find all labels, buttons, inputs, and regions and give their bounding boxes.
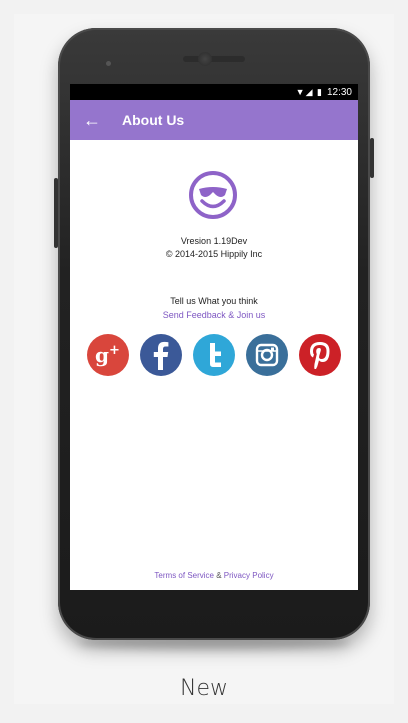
earpiece-speaker bbox=[183, 56, 245, 62]
twitter-icon bbox=[210, 343, 221, 367]
app-bar: ← About Us bbox=[70, 100, 358, 140]
pinterest-button[interactable] bbox=[299, 334, 341, 376]
power-button bbox=[370, 138, 374, 178]
google-plus-icon: g + bbox=[95, 343, 120, 367]
footer-separator: & bbox=[214, 571, 224, 580]
version-text: Vresion 1.19Dev bbox=[180, 236, 248, 246]
status-bar: ▼◢ ▮ 12:30 bbox=[70, 84, 358, 100]
facebook-button[interactable] bbox=[140, 334, 182, 376]
tell-us-text: Tell us What you think bbox=[170, 296, 258, 306]
twitter-button[interactable] bbox=[193, 334, 235, 376]
svg-text:+: + bbox=[109, 343, 120, 358]
terms-of-service-link[interactable]: Terms of Service bbox=[154, 571, 214, 580]
privacy-policy-link[interactable]: Privacy Policy bbox=[224, 571, 274, 580]
front-camera bbox=[198, 52, 212, 66]
back-arrow-icon[interactable]: ← bbox=[70, 110, 114, 131]
legal-footer: Terms of Service & Privacy Policy bbox=[70, 571, 358, 580]
status-time: 12:30 bbox=[326, 86, 352, 98]
social-links: g + bbox=[87, 334, 341, 376]
google-plus-button[interactable]: g + bbox=[87, 334, 129, 376]
instagram-icon bbox=[255, 343, 279, 367]
sensor-dot bbox=[106, 61, 111, 66]
instagram-button[interactable] bbox=[246, 334, 288, 376]
phone-screen: ▼◢ ▮ 12:30 ← About Us Vresion 1.19Dev © … bbox=[70, 84, 358, 590]
pinterest-icon bbox=[310, 342, 330, 369]
side-button-left bbox=[54, 178, 58, 248]
send-feedback-link[interactable]: Send Feedback & Join us bbox=[70, 310, 358, 320]
page-title: About Us bbox=[122, 112, 185, 128]
copyright-text: © 2014-2015 Hippily Inc bbox=[165, 249, 263, 259]
smiley-sunglasses-icon bbox=[189, 171, 237, 219]
svg-text:g: g bbox=[95, 343, 109, 367]
caption-label: New bbox=[180, 676, 228, 701]
facebook-icon bbox=[153, 341, 169, 370]
status-icons: ▼◢ ▮ bbox=[295, 86, 323, 97]
